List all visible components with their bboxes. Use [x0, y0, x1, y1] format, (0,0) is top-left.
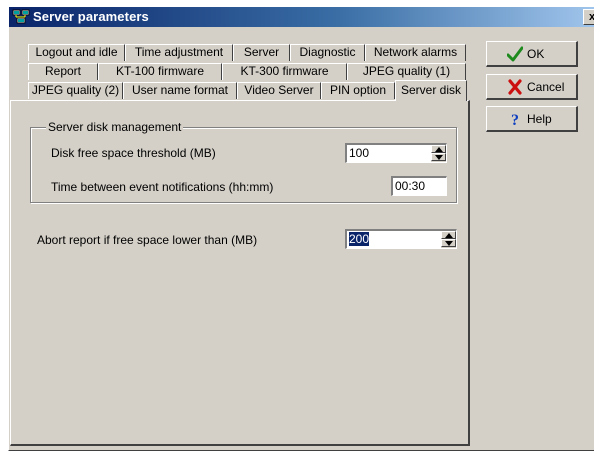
spin-up-button[interactable] [431, 145, 446, 153]
arrow-down-icon [445, 241, 453, 246]
tab-user-name-format[interactable]: User name format [123, 82, 237, 99]
tab-server-disk[interactable]: Server disk [395, 80, 467, 101]
title-bar[interactable]: Server parameters x [9, 7, 594, 27]
tab-jpeg-quality-2[interactable]: JPEG quality (2) [28, 82, 123, 99]
threshold-label: Disk free space threshold (MB) [51, 146, 216, 160]
cancel-label: Cancel [527, 80, 565, 94]
groupbox-title: Server disk management [46, 120, 184, 134]
tab-diagnostic[interactable]: Diagnostic [290, 44, 365, 61]
help-button[interactable]: ? Help [486, 106, 578, 132]
spin-down-button[interactable] [441, 239, 456, 247]
spin-down-button[interactable] [431, 153, 446, 161]
checkmark-icon [507, 46, 523, 62]
spin-up-button[interactable] [441, 231, 456, 239]
network-computers-icon [12, 9, 30, 24]
cancel-button[interactable]: Cancel [486, 74, 578, 100]
abort-label: Abort report if free space lower than (M… [37, 233, 258, 247]
tab-network-alarms[interactable]: Network alarms [365, 44, 466, 61]
arrow-up-icon [435, 147, 443, 152]
help-label: Help [527, 112, 552, 126]
tab-kt100-firmware[interactable]: KT-100 firmware [98, 63, 222, 80]
tab-jpeg-quality-1[interactable]: JPEG quality (1) [347, 63, 466, 80]
tab-time-adjustment[interactable]: Time adjustment [125, 44, 233, 61]
tab-pin-option[interactable]: PIN option [321, 82, 395, 99]
question-mark-icon: ? [511, 112, 519, 127]
ok-label: OK [527, 47, 545, 61]
notify-time-field[interactable]: 00:30 [391, 176, 447, 196]
svg-text:?: ? [511, 112, 519, 127]
abort-value: 200 [349, 232, 370, 246]
abort-spin [441, 231, 456, 248]
ok-button[interactable]: OK [486, 41, 578, 67]
notify-label: Time between event notifications (hh:mm) [51, 180, 274, 194]
red-x-icon [508, 79, 522, 95]
tab-video-server[interactable]: Video Server [237, 82, 321, 99]
tab-logout-and-idle[interactable]: Logout and idle [28, 44, 125, 61]
window-title: Server parameters [33, 9, 149, 24]
close-button[interactable]: x [583, 9, 594, 25]
arrow-up-icon [445, 233, 453, 238]
abort-stepper[interactable]: 200 [345, 229, 457, 249]
arrow-down-icon [435, 155, 443, 160]
threshold-value: 100 [349, 146, 370, 160]
tab-server[interactable]: Server [233, 44, 290, 61]
tab-kt300-firmware[interactable]: KT-300 firmware [222, 63, 347, 80]
threshold-spin [431, 145, 446, 162]
threshold-stepper[interactable]: 100 [345, 143, 447, 163]
tab-report[interactable]: Report [28, 63, 98, 80]
notify-value: 00:30 [395, 179, 426, 193]
